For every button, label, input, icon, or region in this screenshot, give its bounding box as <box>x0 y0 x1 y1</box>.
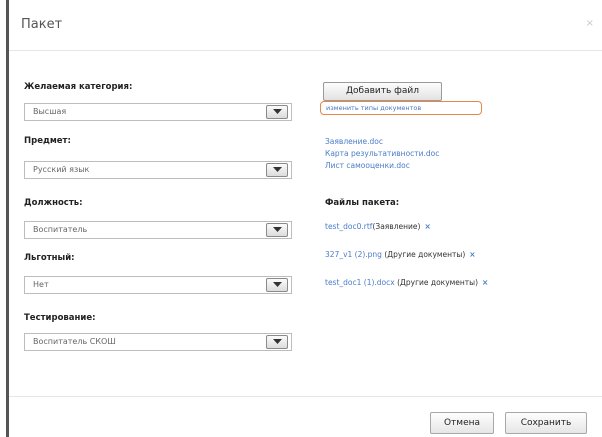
file-type: (Заявление) <box>372 222 421 231</box>
category-label: Желаемая категория: <box>24 82 133 92</box>
delete-icon[interactable]: × <box>482 278 488 287</box>
file-link[interactable]: test_doc0.rtf <box>325 222 372 231</box>
preferential-label: Льготный: <box>24 253 75 263</box>
file-item: 327_v1 (2).png (Другие документы) × <box>325 250 476 259</box>
delete-icon[interactable]: × <box>424 222 430 231</box>
close-icon[interactable]: × <box>586 18 594 29</box>
template-link-self-assessment[interactable]: Лист самооценки.doc <box>325 161 410 170</box>
file-link[interactable]: test_doc1 (1).docx <box>325 278 395 287</box>
file-type: (Другие документы) <box>384 250 466 259</box>
position-select[interactable]: Воспитатель <box>24 221 292 239</box>
file-type: (Другие документы) <box>397 278 479 287</box>
package-dialog: Пакет × Желаемая категория: Высшая Предм… <box>0 0 602 437</box>
template-link-application[interactable]: Заявление.doc <box>325 137 383 146</box>
chevron-down-icon[interactable] <box>266 278 288 292</box>
position-value: Воспитатель <box>33 225 88 234</box>
add-file-button[interactable]: Добавить файл <box>323 82 442 101</box>
file-link[interactable]: 327_v1 (2).png <box>325 250 382 259</box>
template-link-performance-card[interactable]: Карта результативности.doc <box>325 149 439 158</box>
package-files-heading: Файлы пакета: <box>325 198 400 208</box>
chevron-down-icon[interactable] <box>266 335 288 349</box>
dialog-header: Пакет × <box>9 0 602 51</box>
save-button[interactable]: Сохранить <box>505 412 587 434</box>
preferential-value: Нет <box>33 280 49 289</box>
position-label: Должность: <box>24 198 83 208</box>
dialog-title: Пакет <box>21 17 63 32</box>
file-item: test_doc0.rtf(Заявление) × <box>325 222 431 231</box>
dialog-left-border <box>6 0 9 437</box>
dialog-footer-divider <box>9 396 602 397</box>
chevron-down-icon[interactable] <box>266 223 288 237</box>
cancel-button[interactable]: Отмена <box>430 412 494 434</box>
subject-value: Русский язык <box>33 165 90 174</box>
testing-label: Тестирование: <box>24 313 96 323</box>
chevron-down-icon[interactable] <box>266 105 288 119</box>
category-value: Высшая <box>33 107 67 116</box>
chevron-down-icon[interactable] <box>266 163 288 177</box>
preferential-select[interactable]: Нет <box>24 276 292 294</box>
subject-select[interactable]: Русский язык <box>24 161 292 179</box>
delete-icon[interactable]: × <box>469 250 475 259</box>
testing-value: Воспитатель СКОШ <box>33 337 116 346</box>
testing-select[interactable]: Воспитатель СКОШ <box>24 333 292 351</box>
subject-label: Предмет: <box>24 136 71 146</box>
change-document-types-link[interactable]: изменить типы документов <box>320 101 482 115</box>
category-select[interactable]: Высшая <box>24 103 292 121</box>
file-item: test_doc1 (1).docx (Другие документы) × <box>325 278 488 287</box>
